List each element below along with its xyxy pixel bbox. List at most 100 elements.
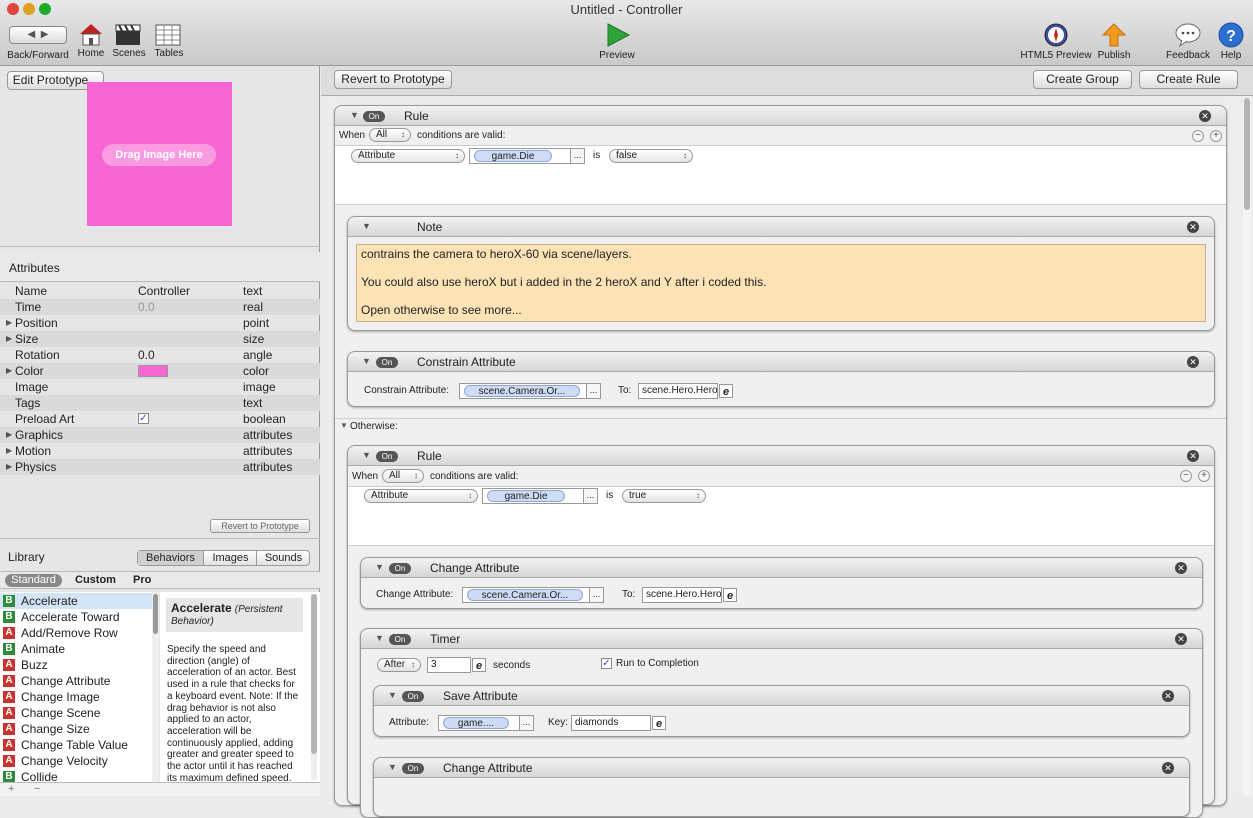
delete-icon[interactable]: ✕ xyxy=(1199,110,1211,122)
on-toggle[interactable]: On xyxy=(389,634,411,645)
behavior-list-item[interactable]: B Accelerate Toward xyxy=(0,609,152,625)
disclosure-triangle-icon[interactable]: ▼ xyxy=(388,762,397,772)
editor-scrollbar[interactable] xyxy=(1243,98,1251,795)
attribute-row[interactable]: ▶ Graphics attributes xyxy=(0,427,320,443)
expression-field[interactable]: scene.Hero.Hero xyxy=(638,383,718,399)
attribute-browser-button[interactable]: ... xyxy=(586,383,601,399)
on-toggle[interactable]: On xyxy=(402,691,424,702)
home-button[interactable]: Home xyxy=(76,22,106,59)
behavior-list-item[interactable]: A Change Table Value xyxy=(0,737,152,753)
behavior-list-item[interactable]: B Accelerate xyxy=(0,593,152,609)
attribute-field[interactable]: scene.Camera.Or... xyxy=(462,587,590,603)
remove-icon[interactable]: − xyxy=(34,783,40,795)
subtab-standard[interactable]: Standard xyxy=(5,574,62,587)
behavior-list-item[interactable]: A Change Scene xyxy=(0,705,152,721)
attribute-field[interactable]: scene.Camera.Or... xyxy=(459,383,587,399)
description-scrollbar[interactable] xyxy=(311,594,317,780)
revert-to-prototype-button[interactable]: Revert to Prototype xyxy=(334,70,452,89)
delete-icon[interactable]: ✕ xyxy=(1175,562,1187,574)
behavior-list-item[interactable]: A Add/Remove Row xyxy=(0,625,152,641)
disclosure-triangle-icon[interactable]: ▼ xyxy=(362,450,371,460)
timer-value-field[interactable]: 3 xyxy=(427,657,471,673)
preview-button[interactable]: Preview xyxy=(597,22,637,61)
delete-icon[interactable]: ✕ xyxy=(1187,356,1199,368)
disclosure-triangle-icon[interactable]: ▶ xyxy=(6,315,12,331)
tab-images[interactable]: Images xyxy=(205,551,257,565)
help-button[interactable]: ? Help xyxy=(1216,22,1246,61)
attribute-browser-button[interactable]: ... xyxy=(583,488,598,504)
attribute-field[interactable]: game.Die xyxy=(482,488,584,504)
on-toggle[interactable]: On xyxy=(363,111,385,122)
preload-art-checkbox[interactable]: ✓ xyxy=(138,413,149,424)
attribute-row[interactable]: Name Controller text xyxy=(0,283,320,299)
add-condition-icon[interactable]: + xyxy=(1210,130,1222,142)
disclosure-triangle-icon[interactable]: ▼ xyxy=(388,690,397,700)
disclosure-triangle-icon[interactable]: ▶ xyxy=(6,443,12,459)
value-popup[interactable]: true xyxy=(622,489,706,503)
behavior-list-item[interactable]: A Change Image xyxy=(0,689,152,705)
behavior-list-item[interactable]: B Animate xyxy=(0,641,152,657)
disclosure-triangle-icon[interactable]: ▼ xyxy=(362,221,371,231)
subtab-pro[interactable]: Pro xyxy=(133,574,151,587)
tables-button[interactable]: Tables xyxy=(151,22,187,59)
disclosure-triangle-icon[interactable]: ▼ xyxy=(350,110,359,120)
behavior-list-item[interactable]: A Change Velocity xyxy=(0,753,152,769)
scroll-thumb[interactable] xyxy=(1244,98,1250,210)
attribute-row[interactable]: Time 0.0 real xyxy=(0,299,320,315)
disclosure-triangle-icon[interactable]: ▼ xyxy=(340,421,348,430)
condition-type-popup[interactable]: Attribute xyxy=(351,149,465,163)
attribute-browser-button[interactable]: ... xyxy=(570,148,585,164)
on-toggle[interactable]: On xyxy=(402,763,424,774)
disclosure-triangle-icon[interactable]: ▼ xyxy=(375,633,384,643)
create-group-button[interactable]: Create Group xyxy=(1033,70,1132,89)
behavior-list-scrollbar[interactable] xyxy=(152,592,159,782)
tab-behaviors[interactable]: Behaviors xyxy=(138,551,204,565)
delete-icon[interactable]: ✕ xyxy=(1187,221,1199,233)
delete-icon[interactable]: ✕ xyxy=(1187,450,1199,462)
subtab-custom[interactable]: Custom xyxy=(75,574,116,587)
attribute-row[interactable]: Rotation 0.0 angle xyxy=(0,347,320,363)
disclosure-triangle-icon[interactable]: ▶ xyxy=(6,363,12,379)
expression-editor-icon[interactable]: e xyxy=(652,716,666,730)
remove-condition-icon[interactable]: − xyxy=(1180,470,1192,482)
html5-preview-button[interactable]: HTML5 Preview xyxy=(1018,22,1094,61)
remove-condition-icon[interactable]: − xyxy=(1192,130,1204,142)
on-toggle[interactable]: On xyxy=(376,451,398,462)
disclosure-triangle-icon[interactable]: ▶ xyxy=(6,459,12,475)
run-to-completion-checkbox[interactable]: ✓ xyxy=(601,658,612,669)
attribute-row[interactable]: ▶ Size size xyxy=(0,331,320,347)
all-any-popup[interactable]: All xyxy=(382,469,424,483)
attribute-row[interactable]: ▶ Physics attributes xyxy=(0,459,320,475)
color-swatch[interactable] xyxy=(138,365,168,377)
attribute-row[interactable]: Image image xyxy=(0,379,320,395)
delete-icon[interactable]: ✕ xyxy=(1175,633,1187,645)
behavior-list-item[interactable]: B Collide xyxy=(0,769,152,782)
disclosure-triangle-icon[interactable]: ▶ xyxy=(6,331,12,347)
create-rule-button[interactable]: Create Rule xyxy=(1139,70,1238,89)
add-icon[interactable]: + xyxy=(8,783,14,795)
actor-image-well[interactable]: Drag Image Here xyxy=(87,82,232,226)
value-popup[interactable]: false xyxy=(609,149,693,163)
expression-editor-icon[interactable]: e xyxy=(723,588,737,602)
disclosure-triangle-icon[interactable]: ▼ xyxy=(362,356,371,366)
expression-field[interactable]: scene.Hero.Hero xyxy=(642,587,722,603)
condition-type-popup[interactable]: Attribute xyxy=(364,489,478,503)
timer-mode-popup[interactable]: After xyxy=(377,658,421,672)
attribute-row[interactable]: Preload Art ✓ boolean xyxy=(0,411,320,427)
splitter[interactable] xyxy=(0,538,320,542)
disclosure-triangle-icon[interactable]: ▼ xyxy=(375,562,384,572)
feedback-button[interactable]: Feedback xyxy=(1164,22,1212,61)
publish-button[interactable]: Publish xyxy=(1095,22,1133,61)
splitter[interactable] xyxy=(0,246,320,250)
attribute-value[interactable]: 0.0 xyxy=(138,299,155,315)
on-toggle[interactable]: On xyxy=(389,563,411,574)
attribute-row[interactable]: ▶ Position point xyxy=(0,315,320,331)
behavior-list-item[interactable]: A Change Attribute xyxy=(0,673,152,689)
note-text-area[interactable]: contrains the camera to heroX-60 via sce… xyxy=(356,244,1206,322)
attribute-browser-button[interactable]: ... xyxy=(519,715,534,731)
expression-editor-icon[interactable]: e xyxy=(719,384,733,398)
attribute-row[interactable]: Tags text xyxy=(0,395,320,411)
attribute-row[interactable]: ▶ Color color xyxy=(0,363,320,379)
attribute-field[interactable]: game.... xyxy=(438,715,520,731)
all-any-popup[interactable]: All xyxy=(369,128,411,142)
